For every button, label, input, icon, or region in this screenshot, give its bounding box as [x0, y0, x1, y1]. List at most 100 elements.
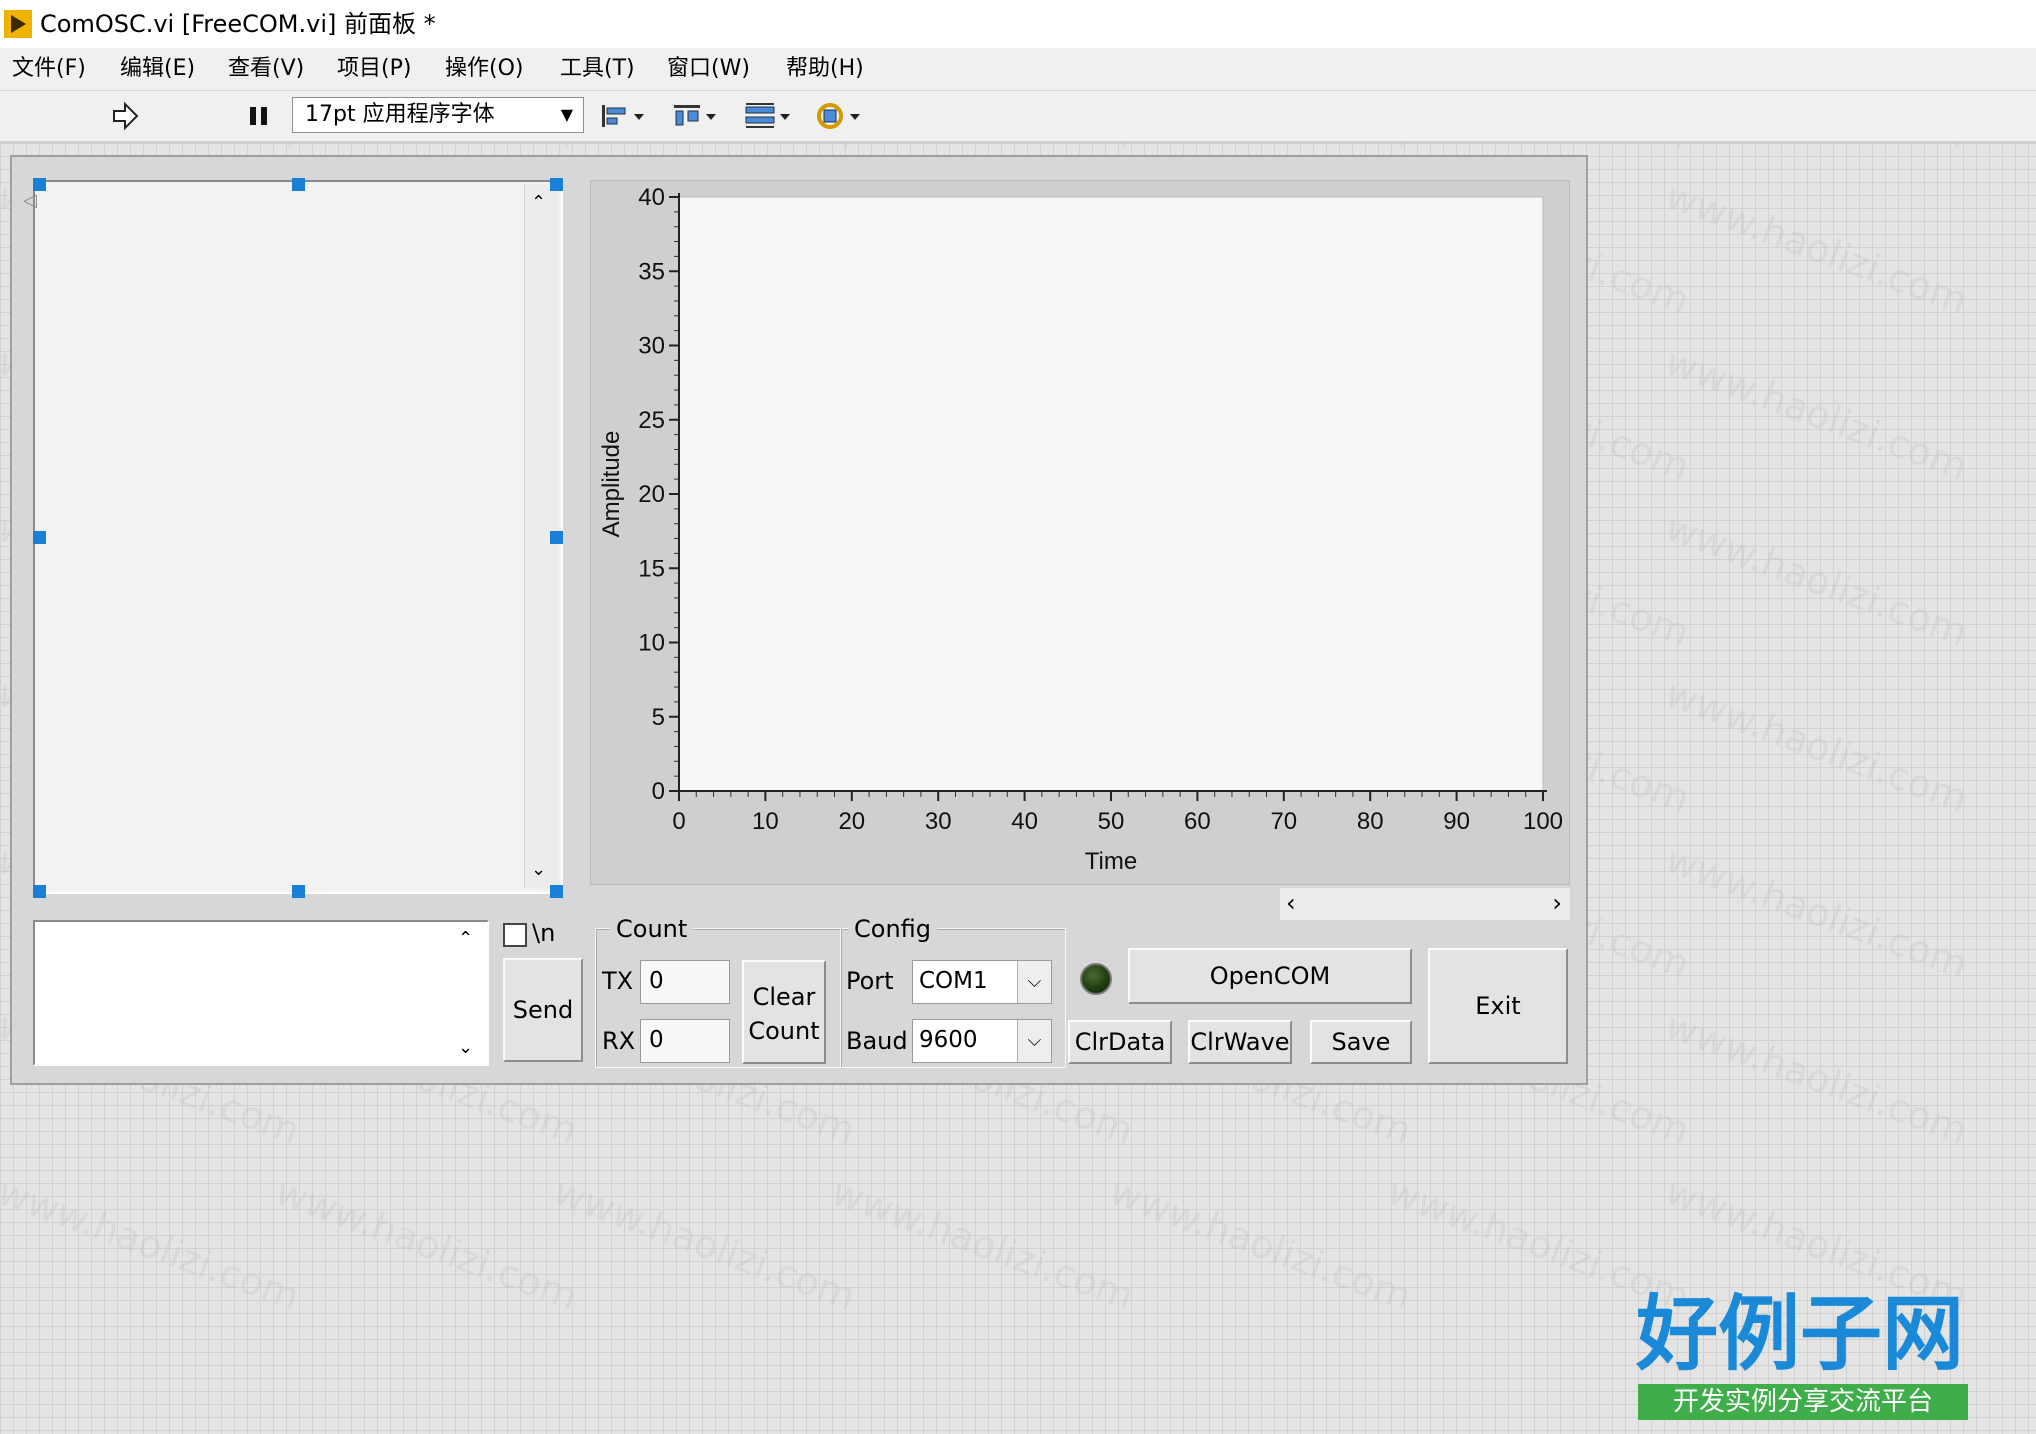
watermark-text: www.haolizi.com	[548, 1169, 862, 1319]
distribute-objects-icon[interactable]	[670, 99, 722, 133]
scroll-up-icon[interactable]: ⌃	[531, 192, 546, 213]
y-tick-label: 40	[638, 184, 665, 211]
menu-help[interactable]: 帮助(H)	[786, 54, 864, 84]
font-select-value: 17pt 应用程序字体	[305, 102, 495, 127]
watermark-text: www.haolizi.com	[1660, 671, 1974, 821]
rx-label: RX	[602, 1027, 636, 1055]
x-tick-label: 70	[1270, 808, 1297, 835]
resize-handle[interactable]	[550, 178, 563, 191]
chevron-down-icon[interactable]: ⌵	[1017, 961, 1051, 1003]
menu-operate[interactable]: 操作(O)	[445, 54, 523, 84]
y-tick-label: 10	[638, 630, 665, 657]
site-logo-subtitle: 开发实例分享交流平台	[1638, 1384, 1968, 1420]
send-button[interactable]: Send	[503, 958, 583, 1062]
scroll-right-icon[interactable]: ›	[1552, 889, 1562, 917]
menu-window[interactable]: 窗口(W)	[667, 54, 750, 84]
baud-select[interactable]: 9600 ⌵	[912, 1019, 1052, 1063]
x-axis-label: Time	[1085, 848, 1137, 875]
y-tick-label: 20	[638, 481, 665, 508]
newline-label: \n	[532, 919, 556, 947]
x-tick-label: 80	[1357, 808, 1384, 835]
watermark-text: www.haolizi.com	[0, 1169, 306, 1319]
x-tick-label: 60	[1184, 808, 1211, 835]
exit-button[interactable]: Exit	[1428, 948, 1568, 1064]
menu-edit[interactable]: 编辑(E)	[120, 54, 195, 84]
menu-bar: 文件(F) 编辑(E) 查看(V) 项目(P) 操作(O) 工具(T) 窗口(W…	[0, 48, 2036, 91]
resize-objects-icon[interactable]	[742, 99, 796, 133]
send-text-input[interactable]	[33, 920, 489, 1066]
tx-label: TX	[602, 967, 634, 995]
connection-led-indicator	[1080, 963, 1112, 995]
x-tick-label: 90	[1443, 808, 1470, 835]
port-label: Port	[846, 967, 894, 995]
config-group-label: Config	[848, 914, 938, 944]
scroll-down-icon[interactable]: ⌄	[458, 1037, 473, 1058]
send-text-scrollbar[interactable]: ⌃ ⌄	[452, 926, 484, 1060]
clear-count-label-2: Count	[748, 1017, 820, 1045]
resize-handle[interactable]	[550, 531, 563, 544]
scroll-left-icon: ◁	[23, 190, 37, 211]
align-objects-icon[interactable]	[598, 99, 650, 133]
resize-handle[interactable]	[33, 531, 46, 544]
count-group-label: Count	[610, 914, 694, 944]
clear-count-label-1: Clear	[752, 983, 816, 1011]
y-axis-label: Amplitude	[598, 431, 625, 538]
baud-select-value: 9600	[919, 1027, 978, 1053]
resize-handle[interactable]	[550, 885, 563, 898]
x-tick-label: 0	[672, 808, 685, 835]
save-button[interactable]: Save	[1310, 1020, 1412, 1064]
x-tick-label: 30	[925, 808, 952, 835]
watermark-text: www.haolizi.com	[1660, 339, 1974, 489]
port-select[interactable]: COM1 ⌵	[912, 960, 1052, 1004]
site-logo-text: 好例子网	[1636, 1286, 1965, 1382]
watermark-text: www.haolizi.com	[1104, 1169, 1418, 1319]
font-select[interactable]: 17pt 应用程序字体 ▼	[292, 97, 584, 133]
baud-label: Baud	[846, 1027, 908, 1055]
run-arrow-icon[interactable]	[108, 99, 142, 133]
x-tick-label: 40	[1011, 808, 1038, 835]
resize-handle[interactable]	[33, 885, 46, 898]
watermark-text: www.haolizi.com	[1660, 505, 1974, 655]
reorder-icon[interactable]	[814, 99, 866, 133]
x-tick-label: 100	[1523, 808, 1563, 835]
menu-project[interactable]: 项目(P)	[337, 54, 411, 84]
clear-wave-button[interactable]: ClrWave	[1188, 1020, 1292, 1064]
chart-svg: 0 5 10 15 20 25 30 35 40 0 10 20 30 40 50 60 70 80 90 100 Ti…	[598, 184, 1563, 875]
clear-count-button[interactable]: Clear Count	[742, 960, 826, 1064]
scroll-left-icon[interactable]: ‹	[1286, 889, 1296, 917]
resize-handle[interactable]	[292, 885, 305, 898]
y-tick-label: 5	[652, 704, 665, 731]
watermark-text: www.haolizi.com	[826, 1169, 1140, 1319]
y-tick-label: 15	[638, 555, 665, 582]
menu-view[interactable]: 查看(V)	[228, 54, 304, 84]
chevron-down-icon[interactable]: ⌵	[1017, 1020, 1051, 1062]
watermark-text: www.haolizi.com	[1660, 1003, 1974, 1153]
scroll-up-icon[interactable]: ⌃	[458, 928, 473, 949]
chevron-down-icon: ▼	[560, 105, 573, 124]
y-tick-label: 35	[638, 258, 665, 285]
clear-data-button[interactable]: ClrData	[1068, 1020, 1172, 1064]
chart-x-scrollbar[interactable]: ‹ ›	[1280, 888, 1570, 920]
receive-text-display[interactable]	[33, 180, 563, 894]
title-bar: ComOSC.vi [FreeCOM.vi] 前面板 *	[0, 0, 2036, 48]
waveform-chart: 0 5 10 15 20 25 30 35 40 0 10 20 30 40 50 60 70 80 90 100 Ti…	[590, 180, 1570, 885]
labview-vi-icon	[4, 10, 32, 38]
x-tick-label: 20	[838, 808, 865, 835]
window-title: ComOSC.vi [FreeCOM.vi] 前面板 *	[40, 10, 436, 38]
resize-handle[interactable]	[33, 178, 46, 191]
toolbar: 17pt 应用程序字体 ▼	[0, 91, 2036, 143]
menu-tools[interactable]: 工具(T)	[560, 54, 635, 84]
pause-icon[interactable]	[244, 99, 274, 133]
plot-area	[678, 196, 1544, 792]
resize-handle[interactable]	[292, 178, 305, 191]
scroll-down-icon[interactable]: ⌄	[531, 859, 546, 880]
port-select-value: COM1	[919, 968, 988, 994]
tx-count-display: 0	[640, 960, 730, 1004]
menu-file[interactable]: 文件(F)	[12, 54, 86, 84]
newline-checkbox[interactable]	[503, 923, 527, 947]
rx-count-display: 0	[640, 1019, 730, 1063]
watermark-text: www.haolizi.com	[1660, 837, 1974, 987]
watermark-text: www.haolizi.com	[270, 1169, 584, 1319]
watermark-text: www.haolizi.com	[1660, 173, 1974, 323]
open-com-button[interactable]: OpenCOM	[1128, 948, 1412, 1004]
